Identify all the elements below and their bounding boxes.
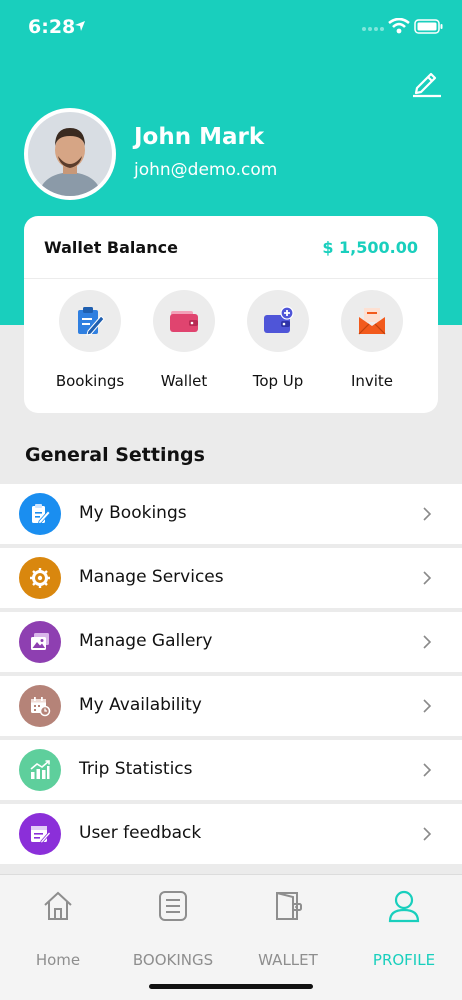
menu-item-my-bookings[interactable]: My Bookings: [0, 484, 462, 544]
avatar: [24, 108, 116, 200]
wallet-add-icon: [264, 306, 294, 333]
booking-edit-icon: [32, 504, 51, 525]
profile-icon: [388, 890, 420, 923]
menu-item-label: My Availability: [79, 695, 202, 715]
menu-item-label: Manage Gallery: [79, 631, 213, 651]
menu-item-label: User feedback: [79, 823, 202, 843]
status-bar: 6:28: [0, 0, 462, 56]
tab-bar: Home BOOKINGS WALLET PROFILE: [0, 874, 462, 1000]
wallet-icon: [170, 311, 198, 332]
feedback-form-icon: [31, 826, 51, 844]
chevron-right-icon: [423, 507, 432, 521]
settings-list: My Bookings Manage Services Manage Galle…: [0, 484, 462, 868]
gallery-icon: [31, 633, 49, 650]
menu-item-my-availability[interactable]: My Availability: [0, 676, 462, 736]
list-icon: [159, 891, 187, 921]
edit-profile-button[interactable]: [409, 64, 443, 98]
clipboard-edit-icon: [78, 307, 105, 336]
home-indicator: [149, 984, 313, 989]
wifi-icon: [388, 18, 410, 34]
quick-action-label: Wallet: [160, 372, 208, 390]
card-divider: [24, 278, 438, 279]
chevron-right-icon: [423, 827, 432, 841]
menu-item-label: Manage Services: [79, 567, 224, 587]
quick-action-top-up[interactable]: Top Up: [231, 288, 325, 398]
chevron-right-icon: [423, 635, 432, 649]
menu-item-label: Trip Statistics: [79, 759, 193, 779]
menu-item-user-feedback[interactable]: User feedback: [0, 804, 462, 864]
tab-label: BOOKINGS: [132, 951, 214, 969]
home-icon: [44, 891, 72, 920]
tab-label: Home: [35, 951, 81, 969]
wallet-tab-icon: [276, 892, 302, 920]
quick-action-label: Invite: [350, 372, 394, 390]
tab-label: WALLET: [258, 951, 318, 969]
tab-home[interactable]: Home: [0, 887, 116, 969]
tab-profile[interactable]: PROFILE: [346, 887, 462, 969]
wallet-card: Wallet Balance $ 1,500.00 Bookings Walle…: [24, 216, 438, 413]
user-photo: [28, 112, 112, 196]
services-gear-icon: [30, 568, 50, 588]
battery-icon: [414, 19, 443, 34]
menu-item-manage-services[interactable]: Manage Services: [0, 548, 462, 608]
tab-bookings[interactable]: BOOKINGS: [115, 887, 231, 969]
calendar-clock-icon: [31, 697, 51, 717]
signal-icon: [362, 27, 384, 31]
quick-action-bookings[interactable]: Bookings: [43, 288, 137, 398]
menu-item-label: My Bookings: [79, 503, 187, 523]
envelope-icon: [358, 308, 386, 335]
user-email: john@demo.com: [134, 160, 278, 180]
status-time: 6:28: [28, 16, 76, 38]
quick-action-label: Top Up: [252, 372, 304, 390]
chevron-right-icon: [423, 571, 432, 585]
section-title: General Settings: [25, 444, 205, 466]
user-name: John Mark: [134, 124, 265, 150]
menu-item-trip-statistics[interactable]: Trip Statistics: [0, 740, 462, 800]
quick-action-wallet[interactable]: Wallet: [137, 288, 231, 398]
location-arrow-icon: [75, 21, 85, 31]
quick-action-invite[interactable]: Invite: [325, 288, 419, 398]
quick-action-label: Bookings: [55, 372, 125, 390]
stats-chart-icon: [30, 760, 50, 779]
wallet-balance-title: Wallet Balance: [44, 238, 178, 257]
menu-item-manage-gallery[interactable]: Manage Gallery: [0, 612, 462, 672]
chevron-right-icon: [423, 699, 432, 713]
chevron-right-icon: [423, 763, 432, 777]
tab-label: PROFILE: [372, 951, 436, 969]
tab-wallet[interactable]: WALLET: [230, 887, 346, 969]
wallet-balance-amount: $ 1,500.00: [322, 238, 418, 257]
